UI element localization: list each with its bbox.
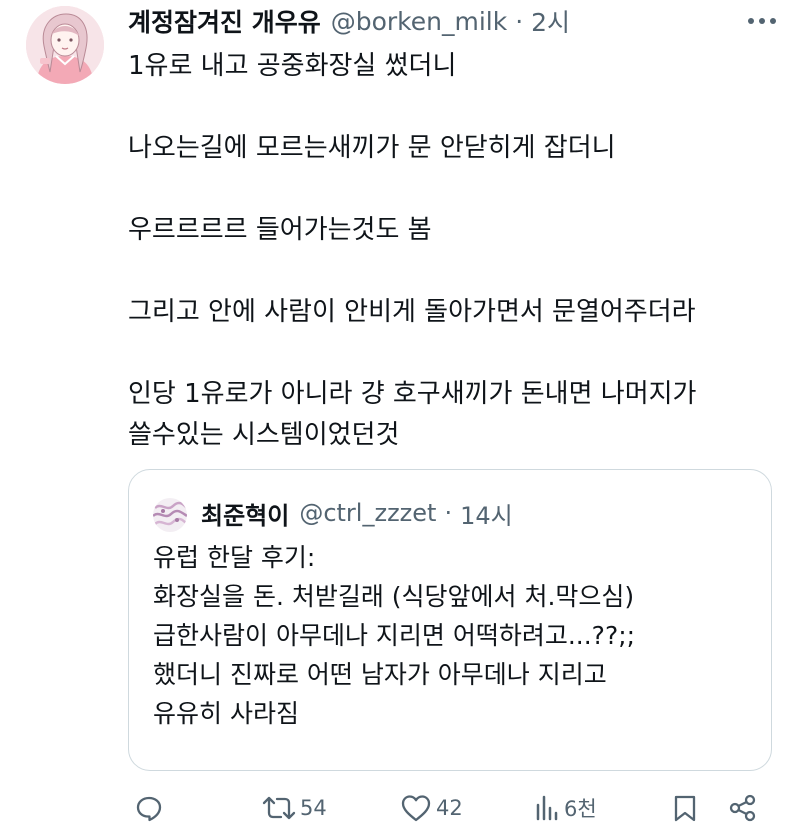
tweet-text-gap xyxy=(128,87,778,128)
tweet-text-gap xyxy=(128,169,778,210)
quoted-text-line: 유럽 한달 후기: xyxy=(153,543,316,572)
quoted-text-line: 했더니 진짜로 어떤 남자가 아무데나 지리고 xyxy=(153,660,607,689)
tweet-text-line: 인당 1유로가 아니라 걍 호구새끼가 돈내면 나머지가 xyxy=(128,379,697,409)
tweet-text-line: 그리고 안에 사람이 안비게 돌아가면서 문열어주더라 xyxy=(128,297,696,327)
views-chart-icon xyxy=(536,795,558,821)
quoted-tweet-timestamp[interactable]: 14시 xyxy=(460,496,513,531)
quoted-tweet-card[interactable]: 최준혁이 @ctrl_zzzet · 14시 유럽 한달 후기: 화장실을 돈.… xyxy=(128,469,772,771)
author-avatar[interactable] xyxy=(26,6,104,84)
retweet-count: 54 xyxy=(300,796,327,820)
quoted-text-line: 화장실을 돈. 처받길래 (식당앞에서 처.막으심) xyxy=(153,582,635,611)
anime-girl-avatar-icon xyxy=(26,6,104,84)
tweet-header: 계정잠겨진 개우유 @borken_milk · 2시 xyxy=(128,4,570,38)
tweet-timestamp[interactable]: 2시 xyxy=(531,3,570,39)
author-display-name[interactable]: 계정잠겨진 개우유 xyxy=(128,3,321,39)
retweet-button[interactable]: 54 xyxy=(262,791,327,825)
quoted-author-avatar[interactable] xyxy=(153,498,187,532)
reply-button[interactable] xyxy=(134,791,164,825)
tweet-text: 1유로 내고 공중화장실 썼더니 나오는길에 모르는새끼가 문 안닫히게 잡더니… xyxy=(128,46,778,456)
bookmark-button[interactable] xyxy=(672,791,698,825)
quoted-text-line: 유유히 사라짐 xyxy=(153,699,299,728)
tweet-action-bar: 54 42 6천 xyxy=(0,785,800,831)
views-button[interactable]: 6천 xyxy=(534,791,597,825)
tweet: 계정잠겨진 개우유 @borken_milk · 2시 1유로 내고 공중화장실… xyxy=(0,0,800,835)
heart-icon xyxy=(401,795,431,822)
more-dots-icon xyxy=(748,18,776,24)
share-button[interactable] xyxy=(728,791,758,825)
quoted-author-handle[interactable]: @ctrl_zzzet xyxy=(299,499,436,527)
quoted-text-line: 급한사람이 아무데나 지리면 어떡하려고...??;; xyxy=(153,621,636,650)
views-count: 6천 xyxy=(564,797,597,821)
share-icon xyxy=(729,794,756,822)
tweet-text-gap xyxy=(128,251,778,292)
tweet-text-line: 나오는길에 모르는새끼가 문 안닫히게 잡더니 xyxy=(128,133,616,163)
quoted-tweet-header: 최준혁이 @ctrl_zzzet · 14시 xyxy=(201,496,513,530)
tweet-text-line: 쓸수있는 시스템이었던것 xyxy=(128,420,400,450)
pattern-avatar-icon xyxy=(153,498,187,532)
like-button[interactable]: 42 xyxy=(400,791,463,825)
like-count: 42 xyxy=(436,796,463,820)
tweet-text-line: 우르르르르 들어가는것도 봄 xyxy=(128,215,432,245)
author-handle[interactable]: @borken_milk xyxy=(331,7,507,36)
header-separator: · xyxy=(515,6,524,36)
quoted-tweet-text: 유럽 한달 후기: 화장실을 돈. 처받길래 (식당앞에서 처.막으심) 급한사… xyxy=(153,538,763,733)
more-options-button[interactable] xyxy=(740,10,784,32)
quoted-author-display-name[interactable]: 최준혁이 xyxy=(201,496,289,531)
retweet-icon xyxy=(262,796,296,820)
bookmark-icon xyxy=(674,795,696,822)
quoted-header-separator: · xyxy=(444,499,453,527)
tweet-text-gap xyxy=(128,333,778,374)
tweet-text-line: 1유로 내고 공중화장실 썼더니 xyxy=(128,51,457,81)
reply-icon xyxy=(136,796,162,822)
